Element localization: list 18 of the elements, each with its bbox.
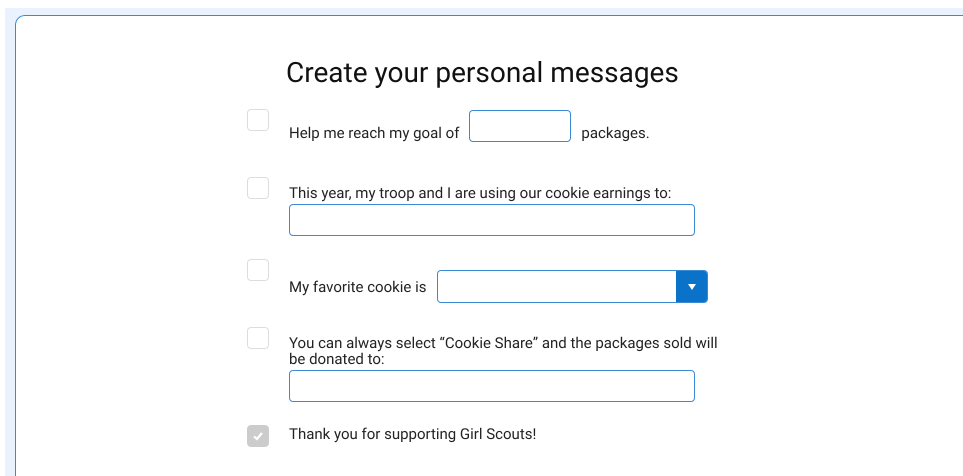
message-text: You can always select “Cookie Share” and the packages sold will be donated to: bbox=[289, 335, 719, 367]
message-text: My favorite cookie is bbox=[289, 278, 426, 296]
checkbox[interactable] bbox=[247, 425, 269, 447]
goal-input[interactable] bbox=[469, 110, 572, 142]
input-field[interactable] bbox=[289, 370, 695, 402]
message-text: Help me reach my goal of bbox=[289, 124, 460, 142]
caret-icon bbox=[688, 284, 696, 290]
form-title: Create your personal messages bbox=[285, 56, 680, 89]
checkbox[interactable] bbox=[247, 327, 269, 349]
checkbox[interactable] bbox=[247, 259, 269, 281]
check-icon bbox=[252, 430, 264, 442]
message-text: Thank you for supporting Girl Scouts! bbox=[289, 425, 536, 443]
message-text: packages. bbox=[581, 124, 650, 142]
checkbox[interactable] bbox=[247, 109, 269, 131]
message-text: This year, my troop and I are using our cookie earnings to: bbox=[289, 185, 672, 201]
checkbox[interactable] bbox=[247, 177, 269, 199]
cookie-dropdown[interactable] bbox=[437, 270, 708, 303]
input-field[interactable] bbox=[289, 204, 695, 236]
